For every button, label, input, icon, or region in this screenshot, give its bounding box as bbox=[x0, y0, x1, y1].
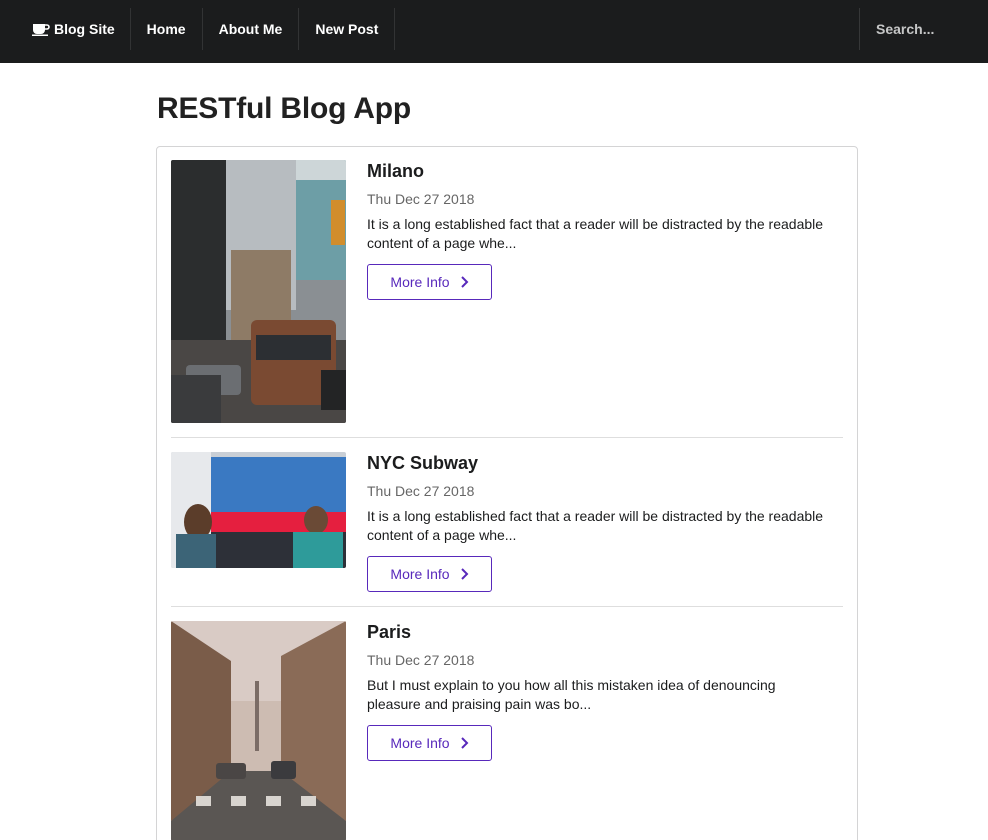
more-info-button[interactable]: More Info bbox=[367, 556, 492, 592]
post-content: NYC Subway Thu Dec 27 2018 It is a long … bbox=[367, 452, 837, 592]
more-info-button[interactable]: More Info bbox=[367, 725, 492, 761]
post-excerpt: It is a long established fact that a rea… bbox=[367, 216, 824, 251]
list-item: NYC Subway Thu Dec 27 2018 It is a long … bbox=[171, 452, 843, 592]
search-input[interactable] bbox=[876, 21, 976, 37]
button-label: More Info bbox=[390, 735, 450, 751]
list-item: Paris Thu Dec 27 2018 But I must explain… bbox=[171, 621, 843, 840]
post-image-milano[interactable] bbox=[171, 160, 346, 423]
post-content: Milano Thu Dec 27 2018 It is a long esta… bbox=[367, 160, 837, 300]
post-title[interactable]: Paris bbox=[367, 622, 837, 642]
chevron-right-icon bbox=[460, 737, 468, 749]
post-title[interactable]: Milano bbox=[367, 161, 837, 181]
post-date: Thu Dec 27 2018 bbox=[367, 483, 475, 499]
button-label: More Info bbox=[390, 274, 450, 290]
post-excerpt: But I must explain to you how all this m… bbox=[367, 677, 776, 712]
chevron-right-icon bbox=[460, 276, 468, 288]
divider bbox=[171, 606, 843, 607]
post-title[interactable]: NYC Subway bbox=[367, 453, 837, 473]
post-image-paris[interactable] bbox=[171, 621, 346, 840]
page-title: RESTful Blog App bbox=[157, 92, 411, 125]
top-navbar: Blog Site Home About Me New Post bbox=[0, 0, 988, 63]
button-label: More Info bbox=[390, 566, 450, 582]
post-date: Thu Dec 27 2018 bbox=[367, 191, 475, 207]
more-info-button[interactable]: More Info bbox=[367, 264, 492, 300]
divider bbox=[171, 437, 843, 438]
nav-home[interactable]: Home bbox=[131, 8, 203, 50]
post-date: Thu Dec 27 2018 bbox=[367, 652, 475, 668]
post-list: Milano Thu Dec 27 2018 It is a long esta… bbox=[156, 146, 858, 840]
coffee-icon bbox=[32, 24, 50, 36]
post-image-nyc-subway[interactable] bbox=[171, 452, 346, 568]
nav-new-post[interactable]: New Post bbox=[299, 8, 396, 50]
post-excerpt: It is a long established fact that a rea… bbox=[367, 508, 824, 543]
chevron-right-icon bbox=[460, 568, 468, 580]
list-item: Milano Thu Dec 27 2018 It is a long esta… bbox=[171, 160, 843, 423]
brand-label: Blog Site bbox=[54, 21, 115, 37]
nav-about-me[interactable]: About Me bbox=[203, 8, 300, 50]
post-content: Paris Thu Dec 27 2018 But I must explain… bbox=[367, 621, 837, 761]
search-box bbox=[859, 8, 988, 50]
brand-link[interactable]: Blog Site bbox=[0, 8, 131, 50]
